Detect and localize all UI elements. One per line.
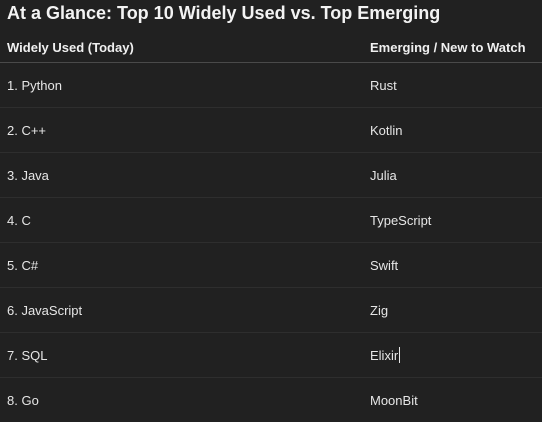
emerging-cell: MoonBit [370, 392, 418, 408]
widely-used-cell: 1. Python [7, 77, 62, 93]
table-row: 3. Java Julia [0, 153, 542, 198]
widely-used-cell: 4. C [7, 212, 31, 228]
table-row: 5. C# Swift [0, 243, 542, 288]
emerging-cell: Zig [370, 302, 389, 318]
widely-used-cell: 7. SQL [7, 347, 48, 363]
widely-used-cell: 2. C++ [7, 122, 47, 138]
emerging-cell: Elixir [370, 333, 401, 377]
table-row: 2. C++ Kotlin [0, 108, 542, 153]
emerging-cell: Swift [370, 257, 399, 273]
table-row: 1. Python Rust [0, 63, 542, 108]
widely-used-cell: 3. Java [7, 167, 49, 183]
emerging-cell: Rust [370, 77, 397, 93]
table-row: 8. Go MoonBit [0, 378, 542, 422]
table-header-row: Widely Used (Today) Emerging / New to Wa… [0, 32, 542, 63]
header-widely-used: Widely Used (Today) [7, 39, 134, 55]
table-row: 4. C TypeScript [0, 198, 542, 243]
emerging-cell: TypeScript [370, 212, 432, 228]
emerging-cell: Kotlin [370, 122, 403, 138]
widely-used-cell: 6. JavaScript [7, 302, 83, 318]
page-title: At a Glance: Top 10 Widely Used vs. Top … [7, 3, 441, 23]
widely-used-cell: 8. Go [7, 392, 39, 408]
table-row: 6. JavaScript Zig [0, 288, 542, 333]
emerging-cell-text: Elixir [370, 347, 399, 363]
text-cursor [399, 347, 401, 363]
widely-used-cell: 5. C# [7, 257, 39, 273]
table-row: 7. SQL Elixir [0, 333, 542, 378]
header-emerging: Emerging / New to Watch [370, 39, 526, 55]
emerging-cell: Julia [370, 167, 397, 183]
comparison-table: Widely Used (Today) Emerging / New to Wa… [0, 32, 542, 422]
